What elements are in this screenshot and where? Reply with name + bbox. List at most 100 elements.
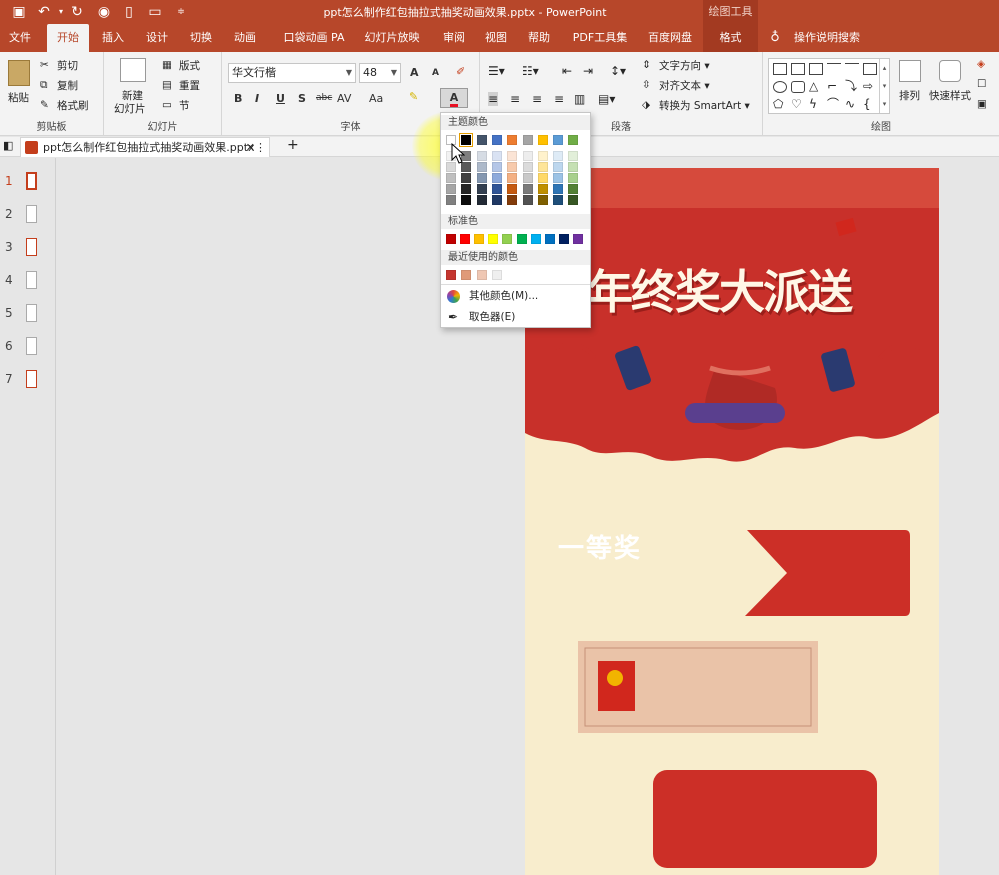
theme-shade-swatch[interactable] <box>461 195 472 205</box>
rounded-rect-icon[interactable] <box>791 81 805 93</box>
standard-color-swatch[interactable] <box>488 234 499 244</box>
shapes-gallery[interactable]: △ ⌐ ⤵ ⇨ ⬠ ♡ ϟ ⌒ ∿ { ▴ ▾ ▾ <box>768 58 890 114</box>
tab-format[interactable]: 格式 <box>703 24 758 52</box>
theme-shade-swatch[interactable] <box>537 195 548 205</box>
char-spacing-button[interactable]: AV <box>337 92 351 105</box>
line-shape-icon[interactable] <box>773 63 787 75</box>
new-slide-icon[interactable] <box>120 58 146 82</box>
paste-button[interactable]: 粘贴 <box>8 90 29 105</box>
theme-shade-swatch[interactable] <box>507 173 518 183</box>
prize-label[interactable]: 一等奖 <box>558 528 642 565</box>
undo-icon[interactable]: ↶ <box>35 3 53 21</box>
align-right-icon[interactable]: ≡ <box>532 92 542 106</box>
thumbnail-1[interactable]: 1 <box>5 172 45 194</box>
recent-color-swatch[interactable] <box>476 270 487 280</box>
redo-icon[interactable]: ↻ <box>68 3 86 21</box>
brace-icon[interactable]: { <box>863 98 877 111</box>
recent-color-swatch[interactable] <box>491 270 502 280</box>
tab-animations[interactable]: 动画 <box>228 24 262 52</box>
tab-review[interactable]: 审阅 <box>437 24 471 52</box>
pentagon-icon[interactable]: ⬠ <box>773 98 787 111</box>
theme-shade-swatch[interactable] <box>553 151 564 161</box>
lightning-icon[interactable]: ϟ <box>809 98 823 111</box>
eyedropper-item[interactable]: ✒ 取色器(E) <box>445 307 585 327</box>
theme-shade-swatch[interactable] <box>568 151 579 161</box>
textbox-shape-icon[interactable] <box>791 63 805 75</box>
tab-pocket-animation[interactable]: 口袋动画 PA <box>279 24 349 52</box>
theme-shade-swatch[interactable] <box>568 162 579 172</box>
clear-format-icon[interactable]: ✐ <box>456 65 465 78</box>
theme-color-swatch[interactable] <box>537 135 548 145</box>
right-arrow-shape-icon[interactable]: ⇨ <box>863 80 877 93</box>
theme-shade-swatch[interactable] <box>537 173 548 183</box>
standard-color-swatch[interactable] <box>516 234 527 244</box>
theme-shade-swatch[interactable] <box>553 195 564 205</box>
shape-outline-icon[interactable]: ☐ <box>977 78 986 90</box>
decrease-indent-icon[interactable]: ⇤ <box>562 64 572 78</box>
theme-shade-swatch[interactable] <box>537 162 548 172</box>
recent-color-swatch[interactable] <box>446 270 456 280</box>
standard-color-swatch[interactable] <box>474 234 485 244</box>
tab-slideshow[interactable]: 幻灯片放映 <box>362 24 422 52</box>
close-icon[interactable]: ✕ <box>246 138 255 157</box>
standard-color-swatch[interactable] <box>544 234 555 244</box>
copy-button[interactable]: ⧉ 复制 <box>40 78 78 93</box>
align-left-icon[interactable]: ≡ <box>488 92 499 106</box>
theme-shade-swatch[interactable] <box>476 195 487 205</box>
layout-button[interactable]: ▦ 版式 <box>162 58 200 73</box>
line-icon[interactable] <box>827 63 841 75</box>
change-case-button[interactable]: Aa <box>369 92 383 105</box>
theme-shade-swatch[interactable] <box>507 151 518 161</box>
customize-toolbar-icon[interactable]: ≑ <box>172 3 190 21</box>
quick-styles-icon[interactable] <box>939 60 961 82</box>
pane-toggle-icon[interactable]: ◧ <box>3 139 13 152</box>
thumbnail-2[interactable]: 2 <box>5 205 45 227</box>
theme-shade-swatch[interactable] <box>522 173 533 183</box>
tab-design[interactable]: 设计 <box>140 24 174 52</box>
standard-color-swatch[interactable] <box>460 234 471 244</box>
theme-shade-swatch[interactable] <box>446 173 456 183</box>
tab-home[interactable]: 开始 <box>47 24 89 52</box>
theme-shade-swatch[interactable] <box>491 151 502 161</box>
theme-color-swatch[interactable] <box>491 135 502 145</box>
theme-shade-swatch[interactable] <box>507 162 518 172</box>
theme-shade-swatch[interactable] <box>507 195 518 205</box>
reset-button[interactable]: ▤ 重置 <box>162 78 200 93</box>
font-color-button[interactable]: A <box>440 88 468 108</box>
add-tab-icon[interactable]: + <box>287 137 299 153</box>
shape-effects-icon[interactable]: ▣ <box>977 98 987 110</box>
text-direction-button[interactable]: ⇕ 文字方向 ▾ <box>642 58 710 73</box>
font-size-combo[interactable]: 48 ▼ <box>359 63 401 83</box>
shadow-button[interactable]: S <box>298 92 306 105</box>
theme-shade-swatch[interactable] <box>446 184 456 194</box>
standard-color-swatch[interactable] <box>502 234 513 244</box>
theme-color-swatch[interactable] <box>568 135 579 145</box>
triangle-shape-icon[interactable]: △ <box>809 80 823 93</box>
theme-shade-swatch[interactable] <box>568 195 579 205</box>
theme-shade-swatch[interactable] <box>476 162 487 172</box>
align-text-button[interactable]: ⇳ 对齐文本 ▾ <box>642 78 710 93</box>
shape-fill-icon[interactable]: ◈ <box>977 58 985 70</box>
thumbnail-6[interactable]: 6 <box>5 337 45 359</box>
thumbnail-4[interactable]: 4 <box>5 271 45 293</box>
format-painter-button[interactable]: ✎ 格式刷 <box>40 98 89 113</box>
paste-icon[interactable] <box>8 60 30 86</box>
arrow-line-icon[interactable] <box>845 63 859 75</box>
theme-shade-swatch[interactable] <box>522 151 533 161</box>
gallery-scroll-icon[interactable]: ▴ ▾ ▾ <box>879 59 889 113</box>
theme-shade-swatch[interactable] <box>522 195 533 205</box>
save-icon[interactable]: ▣ <box>10 3 28 21</box>
arrange-icon[interactable] <box>899 60 921 82</box>
standard-color-swatch[interactable] <box>530 234 541 244</box>
tab-view[interactable]: 视图 <box>479 24 513 52</box>
shrink-font-button[interactable]: A <box>432 68 439 78</box>
tab-baidu-netdisk[interactable]: 百度网盘 <box>642 24 698 52</box>
numbering-icon[interactable]: ☷▾ <box>522 64 539 78</box>
align-center-icon[interactable]: ≡ <box>510 92 520 106</box>
theme-shade-swatch[interactable] <box>522 162 533 172</box>
theme-color-swatch[interactable] <box>553 135 564 145</box>
section-button[interactable]: ▭ 节 <box>162 98 190 113</box>
increase-indent-icon[interactable]: ⇥ <box>583 64 593 78</box>
recent-color-swatch[interactable] <box>461 270 472 280</box>
columns-icon[interactable]: ▤▾ <box>598 92 615 106</box>
